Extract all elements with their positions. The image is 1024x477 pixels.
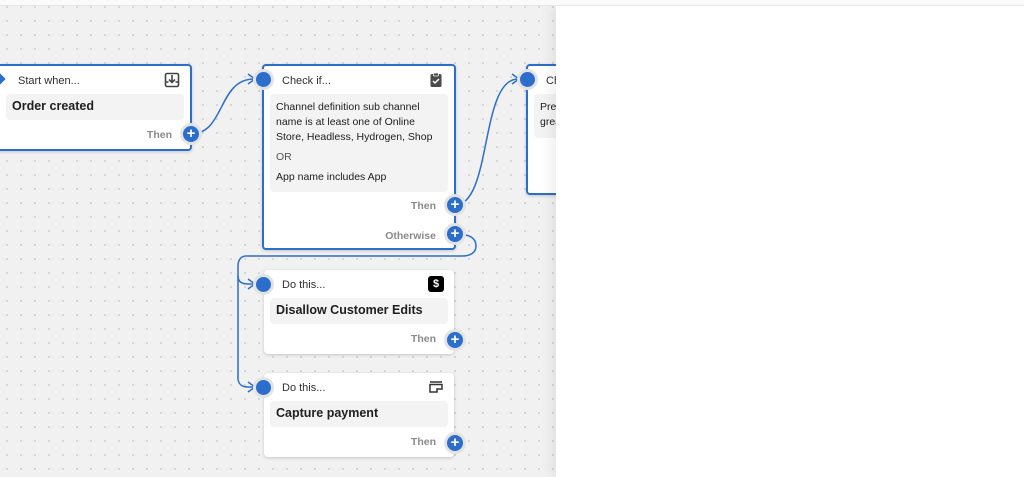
clipboard-check-icon: [430, 72, 442, 87]
then-label: Then: [410, 436, 436, 448]
action-card-disallow-edits[interactable]: Do this... $ Disallow Customer Edits The…: [264, 270, 454, 354]
add-then-button[interactable]: +: [447, 332, 463, 348]
action-title: Capture payment: [270, 401, 448, 427]
otherwise-label: Otherwise: [385, 230, 436, 242]
card-header: Ch: [546, 75, 556, 87]
input-port: [256, 72, 271, 87]
add-then-button[interactable]: +: [447, 435, 463, 451]
arrow-head: [247, 278, 257, 290]
add-then-button[interactable]: +: [183, 126, 199, 142]
connector-start-check: [190, 78, 255, 135]
input-port: [256, 380, 271, 395]
top-bar: [0, 0, 1024, 6]
workflow-canvas[interactable]: Start when... Order created Then + Check…: [0, 0, 556, 477]
condition-card[interactable]: Check if... Channel definition sub chann…: [262, 64, 456, 250]
then-label: Then: [146, 129, 172, 141]
condition-body: Channel definition sub channel name is a…: [270, 94, 448, 192]
card-header: Start when...: [18, 75, 80, 87]
arrow-head: [247, 381, 257, 393]
add-otherwise-button[interactable]: +: [447, 226, 463, 242]
card-header: Check if...: [282, 75, 331, 87]
arrow-head: [247, 73, 257, 85]
action-card-capture-payment[interactable]: Do this... Capture payment Then: [264, 373, 454, 457]
trigger-title: Order created: [6, 94, 184, 120]
or-label: OR: [276, 151, 292, 163]
side-panel: [556, 6, 1024, 477]
connector-check-then: [454, 78, 519, 206]
add-then-button[interactable]: +: [447, 197, 463, 213]
input-port-icon: [0, 73, 6, 85]
then-label: Then: [410, 200, 436, 212]
card-capture-icon: [429, 381, 443, 393]
download-box-icon: [164, 72, 180, 88]
condition-text: Pre: [540, 101, 556, 113]
then-label: Then: [410, 333, 436, 345]
trigger-card-order-created[interactable]: Start when... Order created Then: [0, 64, 192, 151]
condition-1: Channel definition sub channel name is a…: [276, 101, 433, 143]
input-port: [256, 277, 271, 292]
card-header: Do this...: [282, 382, 326, 394]
input-port: [520, 72, 535, 87]
card-header: Do this...: [282, 279, 326, 291]
action-title: Disallow Customer Edits: [270, 298, 448, 324]
arrow-head: [511, 73, 521, 85]
condition-body: Pre grea: [534, 94, 556, 138]
condition-text: grea: [540, 116, 556, 128]
condition-2: App name includes App: [276, 171, 387, 183]
connector-branch: [237, 275, 254, 285]
dollar-icon: $: [428, 276, 444, 292]
